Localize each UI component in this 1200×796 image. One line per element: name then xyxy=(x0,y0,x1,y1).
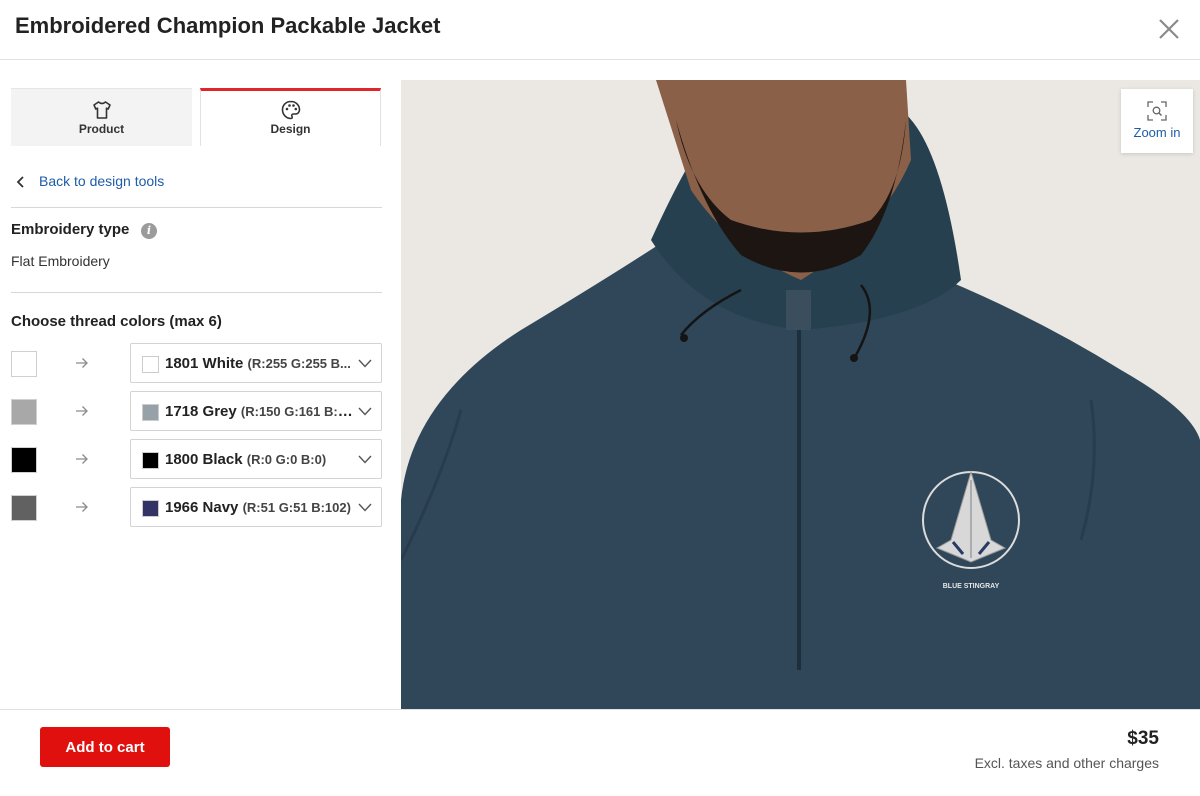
thread-color-value: 1966 Navy (R:51 G:51 B:102) xyxy=(165,499,355,516)
divider xyxy=(11,207,382,208)
thread-color-swatch xyxy=(142,500,159,517)
thread-color-swatch xyxy=(142,356,159,373)
tshirt-icon xyxy=(92,101,111,119)
thread-colors-heading: Choose thread colors (max 6) xyxy=(11,313,222,330)
original-color-swatch xyxy=(11,399,37,425)
thread-rgb: (R:150 G:161 B:168) xyxy=(240,404,355,419)
tab-design-label: Design xyxy=(270,122,311,136)
arrow-right-icon xyxy=(76,358,88,368)
thread-color-select[interactable]: 1966 Navy (R:51 G:51 B:102) xyxy=(130,487,382,527)
thread-row: 1800 Black (R:0 G:0 B:0) xyxy=(11,439,382,479)
zoom-in-button[interactable]: Zoom in xyxy=(1121,89,1193,153)
thread-name: 1966 Navy xyxy=(165,499,239,516)
info-icon[interactable]: i xyxy=(141,223,157,239)
chevron-down-icon xyxy=(358,455,372,464)
tab-product-label: Product xyxy=(78,122,125,136)
product-design-tabs: Product Design xyxy=(11,88,381,146)
thread-color-select[interactable]: 1800 Black (R:0 G:0 B:0) xyxy=(130,439,382,479)
close-icon[interactable] xyxy=(1156,16,1182,42)
thread-name: 1801 White xyxy=(165,355,244,372)
thread-color-value: 1718 Grey (R:150 G:161 B:168) xyxy=(165,403,355,420)
original-color-swatch xyxy=(11,351,37,377)
chevron-down-icon xyxy=(358,503,372,512)
price: $35 xyxy=(1127,728,1159,749)
thread-color-swatch xyxy=(142,452,159,469)
page-title: Embroidered Champion Packable Jacket xyxy=(15,13,441,38)
original-color-swatch xyxy=(11,447,37,473)
thread-row: 1801 White (R:255 G:255 B... xyxy=(11,343,382,383)
zoom-in-icon xyxy=(1147,101,1167,121)
arrow-right-icon xyxy=(76,454,88,464)
thread-rgb: (R:0 G:0 B:0) xyxy=(246,452,327,467)
arrow-right-icon xyxy=(76,502,88,512)
thread-color-value: 1800 Black (R:0 G:0 B:0) xyxy=(165,451,355,468)
modal-header: Embroidered Champion Packable Jacket xyxy=(0,0,1200,60)
jacket-mockup-illustration: BLUE STINGRAY xyxy=(401,80,1200,709)
thread-row: 1718 Grey (R:150 G:161 B:168) xyxy=(11,391,382,431)
thread-rgb: (R:51 G:51 B:102) xyxy=(242,500,351,515)
embroidery-type-heading: Embroidery type xyxy=(11,221,130,238)
price-note: Excl. taxes and other charges xyxy=(974,755,1159,771)
embroidery-caption: BLUE STINGRAY xyxy=(943,583,1000,590)
thread-name: 1800 Black xyxy=(165,451,243,468)
add-to-cart-button[interactable]: Add to cart xyxy=(40,727,170,767)
thread-color-value: 1801 White (R:255 G:255 B... xyxy=(165,355,355,372)
back-link-label: Back to design tools xyxy=(39,173,165,189)
palette-icon xyxy=(281,100,300,120)
chevron-left-icon xyxy=(16,176,24,188)
thread-rgb: (R:255 G:255 B... xyxy=(247,356,351,371)
arrow-right-icon xyxy=(76,406,88,416)
tab-product[interactable]: Product xyxy=(11,88,192,146)
zoom-in-label: Zoom in xyxy=(1133,125,1181,140)
thread-color-select[interactable]: 1801 White (R:255 G:255 B... xyxy=(130,343,382,383)
divider xyxy=(11,292,382,293)
chevron-down-icon xyxy=(358,407,372,416)
thread-name: 1718 Grey xyxy=(165,403,237,420)
thread-color-select[interactable]: 1718 Grey (R:150 G:161 B:168) xyxy=(130,391,382,431)
footer-bar: Add to cart $35 Excl. taxes and other ch… xyxy=(0,709,1200,796)
product-preview-image: BLUE STINGRAY xyxy=(401,80,1200,709)
embroidery-type-value: Flat Embroidery xyxy=(11,253,110,269)
original-color-swatch xyxy=(11,495,37,521)
chevron-down-icon xyxy=(358,359,372,368)
thread-color-swatch xyxy=(142,404,159,421)
thread-row: 1966 Navy (R:51 G:51 B:102) xyxy=(11,487,382,527)
tab-design[interactable]: Design xyxy=(200,88,381,146)
